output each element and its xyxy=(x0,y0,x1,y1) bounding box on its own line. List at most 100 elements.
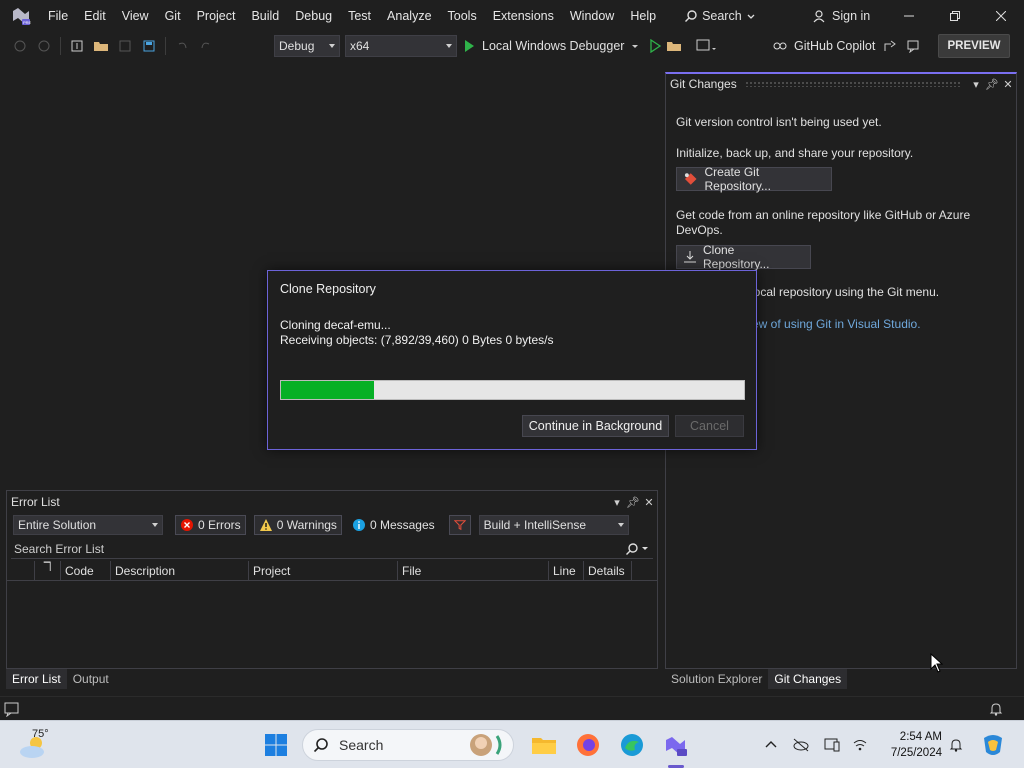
scope-select[interactable]: Entire Solution xyxy=(13,515,163,535)
notifications-icon[interactable] xyxy=(988,701,1004,717)
chevron-up-icon[interactable] xyxy=(764,738,778,752)
network-icon[interactable] xyxy=(852,738,868,752)
share-icon[interactable] xyxy=(883,39,897,53)
tab-output[interactable]: Output xyxy=(67,669,115,689)
menu-view[interactable]: View xyxy=(114,0,157,32)
configuration-select[interactable]: Debug xyxy=(274,35,340,57)
taskbar-clock[interactable]: 2:54 AM 7/25/2024 xyxy=(880,729,942,761)
play-icon xyxy=(465,40,474,52)
copilot-taskbar-icon[interactable] xyxy=(980,732,1006,758)
column-severity[interactable] xyxy=(7,560,35,581)
browse-folder-icon[interactable] xyxy=(666,38,682,57)
feedback-icon[interactable] xyxy=(907,39,921,53)
git-online-text-1: Get code from an online repository like … xyxy=(676,208,971,222)
column-details[interactable]: Details xyxy=(584,560,632,581)
column-sort-icon[interactable]: ▔▏ xyxy=(35,560,61,581)
close-button[interactable] xyxy=(978,0,1024,32)
undo-icon[interactable] xyxy=(173,37,191,55)
restore-button[interactable] xyxy=(932,0,978,32)
device-icon[interactable] xyxy=(824,738,840,752)
tab-error-list[interactable]: Error List xyxy=(6,669,67,689)
tab-git-changes[interactable]: Git Changes xyxy=(768,669,848,689)
tab-solution-explorer[interactable]: Solution Explorer xyxy=(665,669,768,689)
preview-badge[interactable]: PREVIEW xyxy=(938,34,1010,58)
column-file[interactable]: File xyxy=(398,560,549,581)
firefox-icon[interactable] xyxy=(574,731,602,759)
menu-debug[interactable]: Debug xyxy=(287,0,340,32)
edge-icon[interactable] xyxy=(618,731,646,759)
chevron-down-icon xyxy=(747,14,755,19)
clone-progress-bar xyxy=(280,380,745,400)
scope-value: Entire Solution xyxy=(18,518,97,532)
sign-in-button[interactable]: Sign in xyxy=(812,0,870,32)
dropdown-icon[interactable]: ▾ xyxy=(968,78,984,91)
panel-grip[interactable] xyxy=(744,81,960,87)
taskbar-search-box[interactable]: Search xyxy=(302,729,514,761)
minimize-icon xyxy=(904,15,914,17)
notification-bell-icon[interactable] xyxy=(948,737,964,753)
search-box[interactable]: Search xyxy=(678,4,762,28)
warnings-filter-button[interactable]: 0 Warnings xyxy=(253,515,342,535)
mouse-cursor-icon xyxy=(930,653,944,673)
layout-icon[interactable] xyxy=(696,38,718,57)
filter-toggle-button[interactable] xyxy=(448,515,471,535)
menu-analyze[interactable]: Analyze xyxy=(379,0,439,32)
messages-filter-button[interactable]: 0 Messages xyxy=(348,515,439,535)
redo-icon[interactable] xyxy=(197,37,215,55)
save-icon[interactable] xyxy=(116,37,134,55)
clone-repository-button[interactable]: Clone Repository... xyxy=(676,243,811,271)
cloud-sync-icon[interactable] xyxy=(792,738,810,752)
build-source-select[interactable]: Build + IntelliSense xyxy=(478,515,629,535)
column-description[interactable]: Description xyxy=(111,560,249,581)
info-icon xyxy=(352,519,365,531)
windows-start-icon[interactable] xyxy=(264,733,288,757)
visual-studio-taskbar-icon[interactable] xyxy=(662,731,690,759)
dropdown-icon[interactable]: ▾ xyxy=(609,496,625,509)
column-line[interactable]: Line xyxy=(549,560,584,581)
close-icon[interactable]: ✕ xyxy=(1000,78,1016,91)
menu-extensions[interactable]: Extensions xyxy=(485,0,562,32)
warning-icon xyxy=(259,519,272,531)
errors-filter-button[interactable]: 0 Errors xyxy=(175,515,246,535)
visual-studio-logo-icon[interactable]: PRE xyxy=(10,5,32,27)
close-icon[interactable]: ✕ xyxy=(641,496,657,509)
open-folder-icon[interactable] xyxy=(92,37,110,55)
cancel-button[interactable]: Cancel xyxy=(675,415,744,437)
chevron-down-icon xyxy=(446,44,452,48)
new-project-icon[interactable] xyxy=(68,37,86,55)
menu-help[interactable]: Help xyxy=(622,0,664,32)
menu-build[interactable]: Build xyxy=(243,0,287,32)
messages-count: 0 Messages xyxy=(369,518,435,532)
github-copilot-button[interactable]: GitHub Copilot xyxy=(772,35,921,57)
create-git-repository-button[interactable]: Create Git Repository... xyxy=(676,165,832,193)
git-status-text: Git version control isn't being used yet… xyxy=(676,115,882,129)
error-list-toolbar: Entire Solution 0 Errors 0 Warnings 0 Me… xyxy=(7,513,657,537)
menu-file[interactable]: File xyxy=(40,0,76,32)
column-code[interactable]: Code xyxy=(61,560,111,581)
menu-window[interactable]: Window xyxy=(562,0,622,32)
copilot-label: GitHub Copilot xyxy=(794,39,876,53)
continue-in-background-button[interactable]: Continue in Background xyxy=(522,415,669,437)
filter-icon xyxy=(453,520,466,531)
clone-repository-label: Clone Repository... xyxy=(702,243,770,271)
save-all-icon[interactable] xyxy=(140,37,158,55)
forward-icon[interactable] xyxy=(35,37,53,55)
minimize-button[interactable] xyxy=(886,0,932,32)
back-icon[interactable] xyxy=(11,37,29,55)
start-without-debugging-icon[interactable] xyxy=(648,39,662,53)
start-debugging-button[interactable]: Local Windows Debugger xyxy=(462,35,662,57)
platform-select[interactable]: x64 xyxy=(345,35,457,57)
file-explorer-icon[interactable] xyxy=(530,731,558,759)
ready-icon[interactable] xyxy=(4,701,20,717)
menu-edit[interactable]: Edit xyxy=(76,0,114,32)
column-project[interactable]: Project xyxy=(249,560,398,581)
menu-git[interactable]: Git xyxy=(157,0,189,32)
git-overview-link[interactable]: ew of using Git in Visual Studio. xyxy=(752,317,921,331)
menu-test[interactable]: Test xyxy=(340,0,379,32)
pin-icon[interactable]: 📌︎ xyxy=(984,78,1000,91)
menu-tools[interactable]: Tools xyxy=(440,0,485,32)
error-list-search[interactable]: Search Error List xyxy=(11,539,653,559)
menu-project[interactable]: Project xyxy=(189,0,244,32)
pin-icon[interactable]: 📌︎ xyxy=(625,496,641,509)
right-panel-tabs: Solution Explorer Git Changes xyxy=(665,669,1017,689)
